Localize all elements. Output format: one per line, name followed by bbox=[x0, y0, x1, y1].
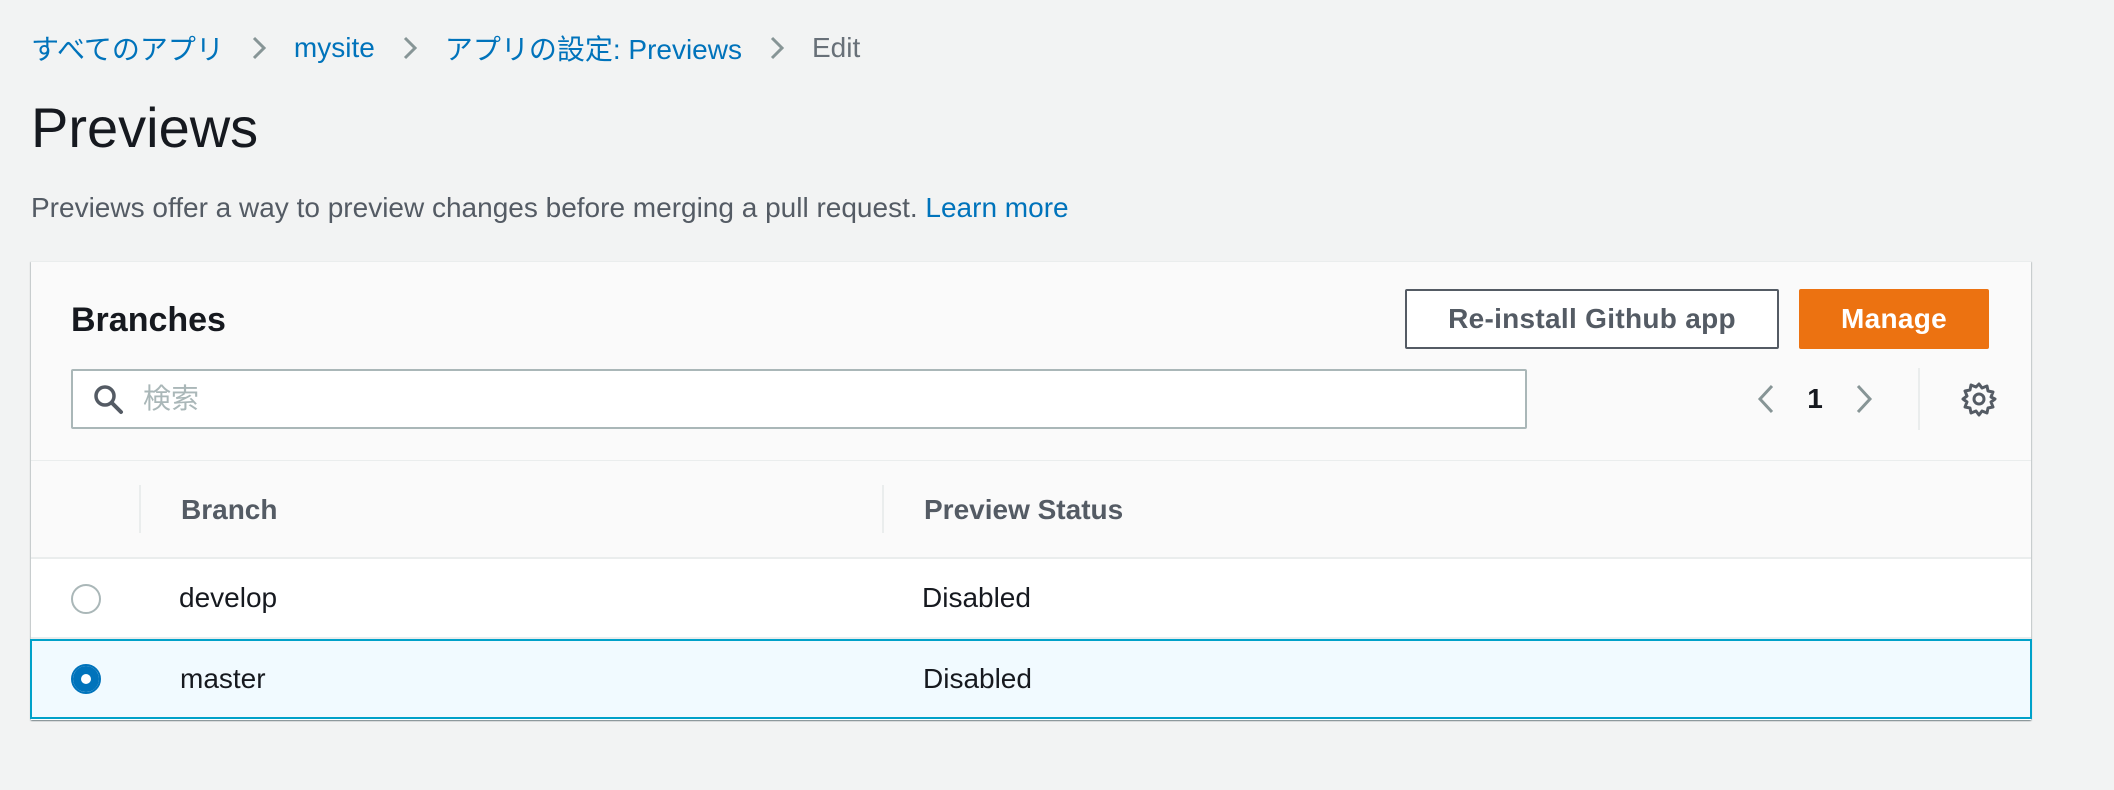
branches-title: Branches bbox=[71, 301, 226, 339]
breadcrumb-all-apps[interactable]: すべてのアプリ bbox=[31, 28, 224, 68]
pagination-divider bbox=[1918, 368, 1920, 430]
current-page-number[interactable]: 1 bbox=[1795, 383, 1835, 415]
search-box bbox=[71, 369, 1527, 429]
chevron-right-icon bbox=[375, 28, 445, 68]
search-input[interactable] bbox=[143, 371, 1525, 427]
branch-cell: develop bbox=[179, 582, 278, 613]
table-settings-button[interactable] bbox=[1949, 369, 2009, 429]
chevron-left-icon bbox=[1757, 384, 1774, 414]
column-divider bbox=[139, 485, 141, 533]
branch-cell: master bbox=[180, 663, 266, 694]
breadcrumb-current: Edit bbox=[811, 32, 861, 63]
chevron-right-icon bbox=[224, 28, 294, 68]
page-description: Previews offer a way to preview changes … bbox=[31, 188, 1069, 228]
prev-page-button[interactable] bbox=[1737, 369, 1795, 429]
gear-icon bbox=[1961, 382, 1997, 417]
learn-more-link[interactable]: Learn more bbox=[925, 192, 1068, 223]
manage-button[interactable]: Manage bbox=[1799, 289, 1989, 349]
description-text: Previews offer a way to preview changes … bbox=[31, 192, 918, 223]
breadcrumb-app-settings-previews[interactable]: アプリの設定: Previews bbox=[445, 28, 742, 68]
breadcrumb-mysite[interactable]: mysite bbox=[294, 32, 375, 64]
column-divider bbox=[882, 485, 884, 533]
column-header-preview-status[interactable]: Preview Status bbox=[924, 461, 1123, 559]
page-title: Previews bbox=[31, 96, 259, 159]
table-row-develop[interactable]: develop Disabled bbox=[31, 559, 2031, 639]
status-cell: Disabled bbox=[922, 582, 1031, 613]
column-header-branch[interactable]: Branch bbox=[181, 461, 277, 559]
chevron-right-icon bbox=[742, 28, 812, 68]
search-icon bbox=[73, 383, 143, 415]
table-row-master[interactable]: master Disabled bbox=[30, 639, 2032, 719]
row-radio-develop[interactable] bbox=[71, 584, 101, 614]
page: すべてのアプリ mysite アプリの設定: Previews Edit Pre… bbox=[0, 0, 2114, 790]
breadcrumb: すべてのアプリ mysite アプリの設定: Previews Edit bbox=[31, 28, 860, 68]
next-page-button[interactable] bbox=[1835, 369, 1893, 429]
pagination: 1 bbox=[1737, 369, 1893, 429]
branches-panel-header: Branches Re-install Github app Manage 1 bbox=[31, 262, 2031, 461]
reinstall-github-app-button[interactable]: Re-install Github app bbox=[1405, 289, 1779, 349]
chevron-right-icon bbox=[1856, 384, 1873, 414]
branches-panel: Branches Re-install Github app Manage 1 bbox=[30, 261, 2032, 720]
row-radio-master[interactable] bbox=[71, 664, 101, 694]
status-cell: Disabled bbox=[923, 663, 1032, 694]
table-header: Branch Preview Status bbox=[31, 461, 2031, 559]
